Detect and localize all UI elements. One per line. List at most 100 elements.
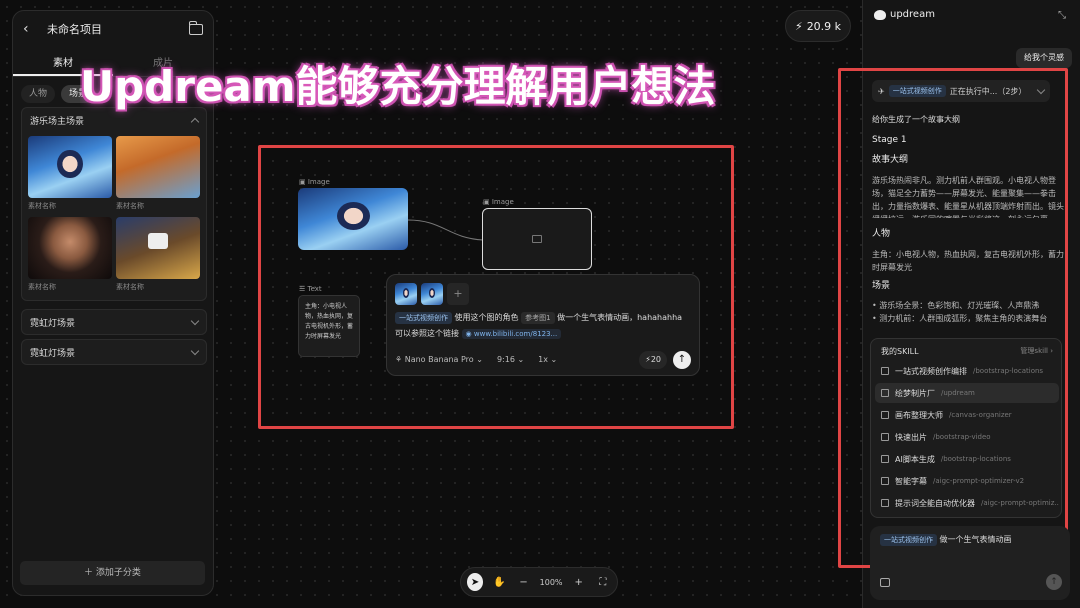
- project-header: ‹ 未命名项目: [13, 11, 213, 47]
- category-neon-1: 霓虹灯场景: [21, 309, 207, 335]
- credits-value: 20.9 k: [806, 19, 842, 33]
- skill-icon: [881, 499, 889, 507]
- image-placeholder-icon: [532, 235, 542, 243]
- asset-grid: 素材名称 素材名称 素材名称 素材名称: [22, 132, 206, 300]
- asset-thumbnail: [116, 217, 200, 279]
- asset-caption: 素材名称: [28, 283, 56, 291]
- skill-tag: 一站式视频创作: [888, 85, 946, 97]
- skill-popover: 我的SKILL 管理skill › 一站式视频创作编排/bootstrap-lo…: [870, 338, 1062, 518]
- credits-badge[interactable]: ⚡ 20.9 k: [785, 10, 851, 42]
- node-connector: [408, 219, 483, 241]
- chevron-down-icon[interactable]: [1036, 85, 1046, 94]
- skill-item[interactable]: 快速出片/bootstrap-video: [875, 427, 1059, 447]
- pointer-tool-icon[interactable]: ➤: [467, 573, 484, 591]
- skill-title: 我的SKILL: [881, 347, 919, 356]
- hand-tool-icon[interactable]: ✋: [491, 573, 507, 591]
- skill-item[interactable]: 绘梦制片厂/updream: [875, 383, 1059, 403]
- asset-caption: 素材名称: [116, 283, 144, 291]
- image-node[interactable]: [298, 188, 408, 250]
- asset-item[interactable]: 素材名称: [116, 217, 200, 294]
- execution-status[interactable]: ✈ 一站式视频创作 正在执行中...（2步）: [872, 80, 1050, 102]
- chevron-up-icon[interactable]: [190, 117, 200, 126]
- promo-banner: Updream能够充分理解用户想法: [80, 62, 716, 111]
- category-title: 游乐场主场景: [30, 116, 85, 127]
- zoom-in-icon[interactable]: +: [571, 573, 587, 591]
- chip-characters[interactable]: 人物: [21, 85, 56, 103]
- send-button[interactable]: ↑: [673, 351, 691, 369]
- cost-badge: ⚡20: [639, 351, 667, 369]
- prompt-line-1[interactable]: 一站式视频创作 使用这个图的角色 参考图1 做一个生气表情动画，hahahahh…: [395, 312, 682, 324]
- add-subcategory-label: 添加子分类: [95, 568, 141, 578]
- prompt-line-2[interactable]: 可以参照这个链接 ◉ www.bilibili.com/8123...: [395, 328, 562, 339]
- link-chip[interactable]: ◉ www.bilibili.com/8123...: [461, 329, 562, 339]
- text-node[interactable]: 主角：小电视人物，热血执网，复古电视机外形，蓄力时屏幕发光: [298, 295, 360, 357]
- send-button[interactable]: ↑: [1046, 574, 1062, 590]
- list-item: • 游乐场全景：色彩饱和、灯光璀璨、人声鼎沸: [872, 301, 1040, 310]
- asset-caption: 素材名称: [116, 202, 144, 210]
- prompt-options: ⚘ Nano Banana Pro ⌄ 9:16 ⌄ 1x ⌄: [395, 355, 557, 364]
- asset-thumbnail: [28, 217, 112, 279]
- reference-thumbnail[interactable]: [421, 283, 443, 305]
- ratio-select[interactable]: 9:16 ⌄: [497, 355, 524, 364]
- manage-skill-link[interactable]: 管理skill ›: [1020, 346, 1053, 357]
- logo-icon: [874, 9, 886, 20]
- reference-tag: 参考图1: [521, 312, 555, 324]
- category-title: 霓虹灯场景: [30, 348, 76, 359]
- user-message: 给我个灵感: [1016, 48, 1072, 68]
- image-attach-icon[interactable]: [880, 578, 890, 587]
- skill-header: 我的SKILL 管理skill ›: [881, 346, 1053, 357]
- image-icon: ▣: [299, 178, 308, 186]
- reference-thumbnail[interactable]: [395, 283, 417, 305]
- chevron-down-icon[interactable]: [190, 316, 200, 325]
- add-reference-button[interactable]: +: [447, 283, 469, 305]
- category-neon-2: 霓虹灯场景: [21, 339, 207, 365]
- node-label: ▣ Image: [299, 178, 330, 186]
- skill-icon: [881, 411, 889, 419]
- skill-icon: [881, 455, 889, 463]
- skill-item[interactable]: 智能字幕/aigc-prompt-optimizer-v2: [875, 471, 1059, 491]
- zoom-level: 100%: [539, 577, 563, 587]
- asset-item[interactable]: 素材名称: [116, 136, 200, 213]
- image-icon: ▣: [483, 198, 492, 206]
- chat-composer[interactable]: 一站式视频创作 做一个生气表情动画 ↑: [870, 526, 1070, 600]
- empty-image-node[interactable]: [482, 208, 592, 270]
- asset-thumbnail: [116, 136, 200, 198]
- skill-item[interactable]: 一站式视频创作编排/bootstrap-locations: [875, 361, 1059, 381]
- stage-label: Stage 1: [872, 135, 907, 145]
- skill-item[interactable]: 提示词全能自动优化器/aigc-prompt-optimiz...: [875, 493, 1059, 513]
- asset-thumbnail: [28, 136, 112, 198]
- plus-icon: ＋: [84, 568, 96, 578]
- skill-tag: 一站式视频创作: [880, 534, 937, 546]
- skill-item[interactable]: 画布整理大师/canvas-organizer: [875, 405, 1059, 425]
- project-title: 未命名项目: [47, 23, 102, 36]
- skill-icon: [881, 433, 889, 441]
- add-subcategory-button[interactable]: ＋ 添加子分类: [20, 561, 205, 585]
- globe-icon: ◉: [465, 330, 474, 338]
- zoom-out-icon[interactable]: −: [515, 573, 531, 591]
- count-select[interactable]: 1x ⌄: [538, 355, 557, 364]
- section-body: 游乐场热闹非凡。测力机前人群围观。小电视人物登场，猫足全力蓄势——屏幕发光、能量…: [872, 176, 1064, 218]
- category-header[interactable]: 霓虹灯场景: [22, 340, 206, 364]
- asset-item[interactable]: 素材名称: [28, 136, 112, 213]
- asset-item[interactable]: 素材名称: [28, 217, 112, 294]
- node-label: ▣ Image: [483, 198, 514, 206]
- category-header[interactable]: 霓虹灯场景: [22, 310, 206, 334]
- section-title: 人物: [872, 229, 891, 239]
- skill-icon: [881, 389, 889, 397]
- model-select[interactable]: ⚘ Nano Banana Pro ⌄: [395, 355, 483, 364]
- composer-input[interactable]: 一站式视频创作 做一个生气表情动画: [880, 534, 1012, 546]
- back-icon[interactable]: ‹: [23, 21, 41, 37]
- chevron-down-icon[interactable]: [190, 346, 200, 355]
- prompt-send-group: ⚡20 ↑: [639, 351, 691, 369]
- category-title: 霓虹灯场景: [30, 318, 76, 329]
- asset-caption: 素材名称: [28, 202, 56, 210]
- folder-icon[interactable]: [188, 20, 203, 35]
- node-label: ☰ Text: [299, 285, 322, 293]
- model-icon: ⚘: [395, 355, 405, 364]
- collapse-icon[interactable]: ⤡: [1058, 10, 1066, 21]
- status-text: 正在执行中...（2步）: [949, 86, 1027, 96]
- fit-screen-icon[interactable]: ⛶: [595, 573, 611, 591]
- section-title: 故事大纲: [872, 155, 909, 165]
- list-item: • 测力机前：人群围成弧形，聚焦主角的表演舞台: [872, 314, 1048, 323]
- skill-item[interactable]: AI脚本生成/bootstrap-locations: [875, 449, 1059, 469]
